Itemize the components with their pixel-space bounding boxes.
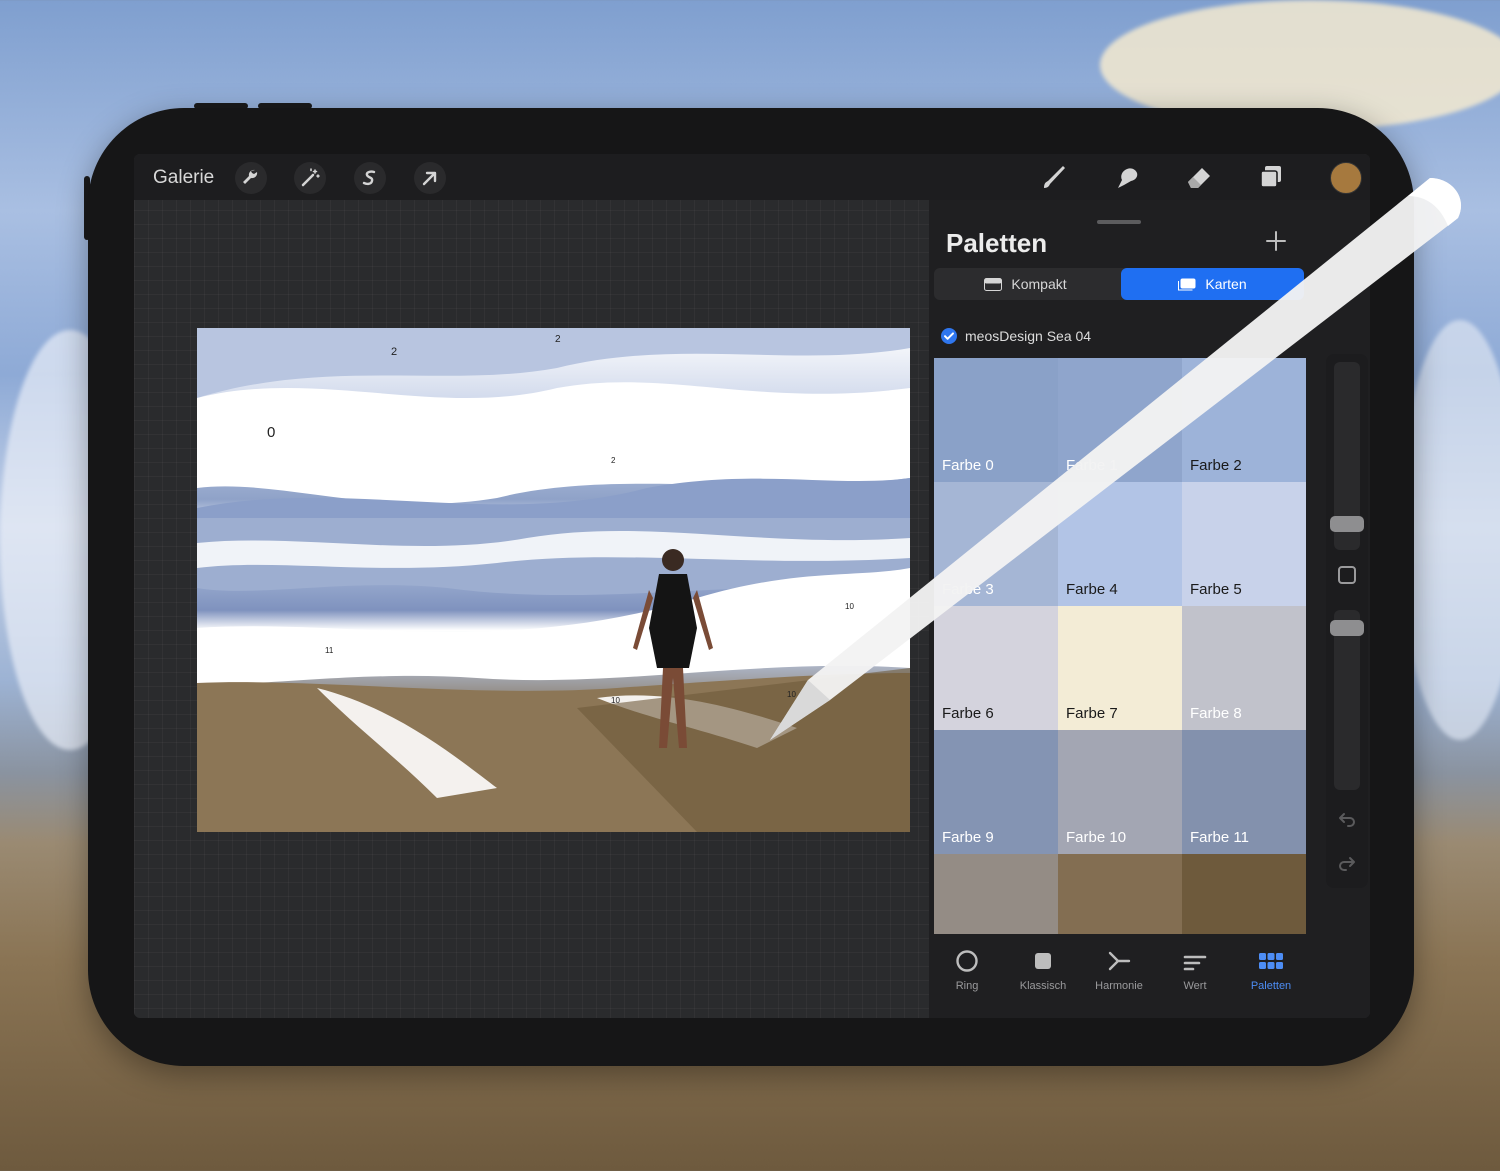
eraser-icon[interactable] — [1182, 160, 1216, 194]
palette-header[interactable]: meosDesign Sea 04 — [941, 328, 1091, 344]
color-swatch-label: Farbe 11 — [1190, 829, 1249, 846]
canvas-number-label: 0 — [267, 424, 276, 441]
redo-icon[interactable] — [1336, 852, 1358, 874]
color-swatch[interactable] — [1182, 854, 1306, 934]
brush-size-slider-thumb[interactable] — [1330, 516, 1364, 532]
tab-label: Klassisch — [1019, 980, 1067, 992]
color-swatch[interactable]: Farbe 5 — [1182, 482, 1306, 606]
selection-s-icon[interactable] — [354, 162, 386, 194]
canvas-number-label: 2 — [391, 346, 398, 358]
opacity-slider[interactable] — [1334, 610, 1360, 790]
compact-view-icon — [984, 277, 1003, 291]
color-swatch[interactable]: Farbe 6 — [934, 606, 1058, 730]
tab-label: Harmonie — [1095, 980, 1143, 992]
color-swatch[interactable] — [934, 854, 1058, 934]
palette-swatch-grid: Farbe 0 Farbe 1 Farbe 2 Farbe 3 Farbe 4 Farbe… — [934, 358, 1306, 934]
square-icon — [1035, 953, 1051, 969]
color-swatch[interactable]: Farbe 8 — [1182, 606, 1306, 730]
color-swatch-label: Farbe 0 — [942, 457, 994, 474]
color-swatch[interactable]: Farbe 9 — [934, 730, 1058, 854]
color-swatch[interactable]: Farbe 3 — [934, 482, 1058, 606]
transform-arrow-icon[interactable] — [414, 162, 446, 194]
panel-drag-handle[interactable] — [1097, 220, 1141, 224]
color-swatch-label: Farbe 3 — [942, 581, 994, 598]
palettes-panel: Paletten Kompakt Karten meosDesign Sea 0… — [929, 200, 1370, 1018]
tab-label: Ring — [955, 980, 979, 992]
canvas-number-label: 2 — [611, 456, 616, 465]
default-palette-check-icon[interactable] — [941, 328, 957, 344]
gallery-button[interactable]: Galerie — [153, 167, 214, 189]
view-mode-cards-label: Karten — [1205, 276, 1247, 292]
canvas-artwork[interactable]: 0 2 2 2 10 11 10 10 — [197, 328, 910, 832]
undo-icon[interactable] — [1336, 808, 1358, 830]
color-swatch[interactable]: Farbe 10 — [1058, 730, 1182, 854]
tab-label: Paletten — [1250, 980, 1292, 992]
color-swatch-label: Farbe 7 — [1066, 705, 1118, 722]
wrench-icon[interactable] — [235, 162, 267, 194]
add-palette-plus-icon[interactable] — [1265, 230, 1287, 252]
color-mode-tabbar: Ring Klassisch Harmonie Wert Paletten — [929, 938, 1309, 1006]
opacity-slider-thumb[interactable] — [1330, 620, 1364, 636]
tab-label: Wert — [1183, 980, 1207, 992]
color-swatch-label: Farbe 9 — [942, 829, 994, 846]
tab-klassisch[interactable]: Klassisch — [1005, 938, 1081, 1006]
harmony-icon — [1108, 951, 1131, 971]
color-swatch[interactable]: Farbe 1 — [1058, 358, 1182, 482]
canvas-number-label: 2 — [555, 334, 561, 345]
background-cloud — [1400, 320, 1500, 740]
ring-icon — [956, 950, 978, 972]
canvas-number-label: 10 — [611, 696, 620, 705]
brush-icon[interactable] — [1038, 160, 1072, 194]
magic-wand-icon[interactable] — [294, 162, 326, 194]
color-swatch-label: Farbe 6 — [942, 705, 994, 722]
eyedropper-square-button[interactable] — [1338, 566, 1356, 584]
panel-title: Paletten — [946, 228, 1048, 258]
color-swatch[interactable]: Farbe 11 — [1182, 730, 1306, 854]
color-swatch-label: Farbe 8 — [1190, 705, 1242, 722]
canvas-number-label: 10 — [845, 602, 854, 611]
tab-paletten[interactable]: Paletten — [1233, 938, 1309, 1006]
view-mode-cards-button[interactable]: Karten — [1121, 268, 1304, 300]
color-swatch-label: Farbe 5 — [1190, 581, 1242, 598]
cards-view-icon — [1178, 278, 1196, 290]
canvas-number-label: 10 — [787, 690, 796, 699]
tab-ring[interactable]: Ring — [929, 938, 1005, 1006]
view-mode-compact-label: Kompakt — [1011, 276, 1067, 292]
color-swatch[interactable]: Farbe 4 — [1058, 482, 1182, 606]
color-swatch[interactable]: Farbe 0 — [934, 358, 1058, 482]
sliders-icon — [1183, 955, 1207, 971]
layers-icon[interactable] — [1254, 160, 1288, 194]
app-screen: Galerie 0 2 2 2 10 11 10 10 Paletten Kom… — [134, 154, 1370, 1018]
view-mode-compact-button[interactable]: Kompakt — [934, 268, 1117, 300]
palette-name: meosDesign Sea 04 — [965, 328, 1092, 344]
smudge-icon[interactable] — [1110, 160, 1144, 194]
view-mode-segmented-control: Kompakt Karten — [934, 268, 1304, 300]
palette-grid-icon — [1259, 953, 1283, 969]
color-swatch-label: Farbe 4 — [1066, 581, 1118, 598]
top-toolbar: Galerie — [134, 154, 1370, 200]
color-swatch[interactable]: Farbe 2 — [1182, 358, 1306, 482]
active-color-button[interactable] — [1330, 162, 1362, 194]
tool-sidebar — [1326, 354, 1368, 888]
tab-wert[interactable]: Wert — [1157, 938, 1233, 1006]
beach-scene-illustration — [197, 328, 910, 832]
color-swatch[interactable] — [1058, 854, 1182, 934]
color-swatch-label: Farbe 1 — [1066, 457, 1118, 474]
color-swatch[interactable]: Farbe 7 — [1058, 606, 1182, 730]
color-swatch-label: Farbe 2 — [1190, 457, 1242, 474]
color-swatch-label: Farbe 10 — [1066, 829, 1127, 846]
canvas-number-label: 11 — [325, 646, 334, 655]
tab-harmonie[interactable]: Harmonie — [1081, 938, 1157, 1006]
